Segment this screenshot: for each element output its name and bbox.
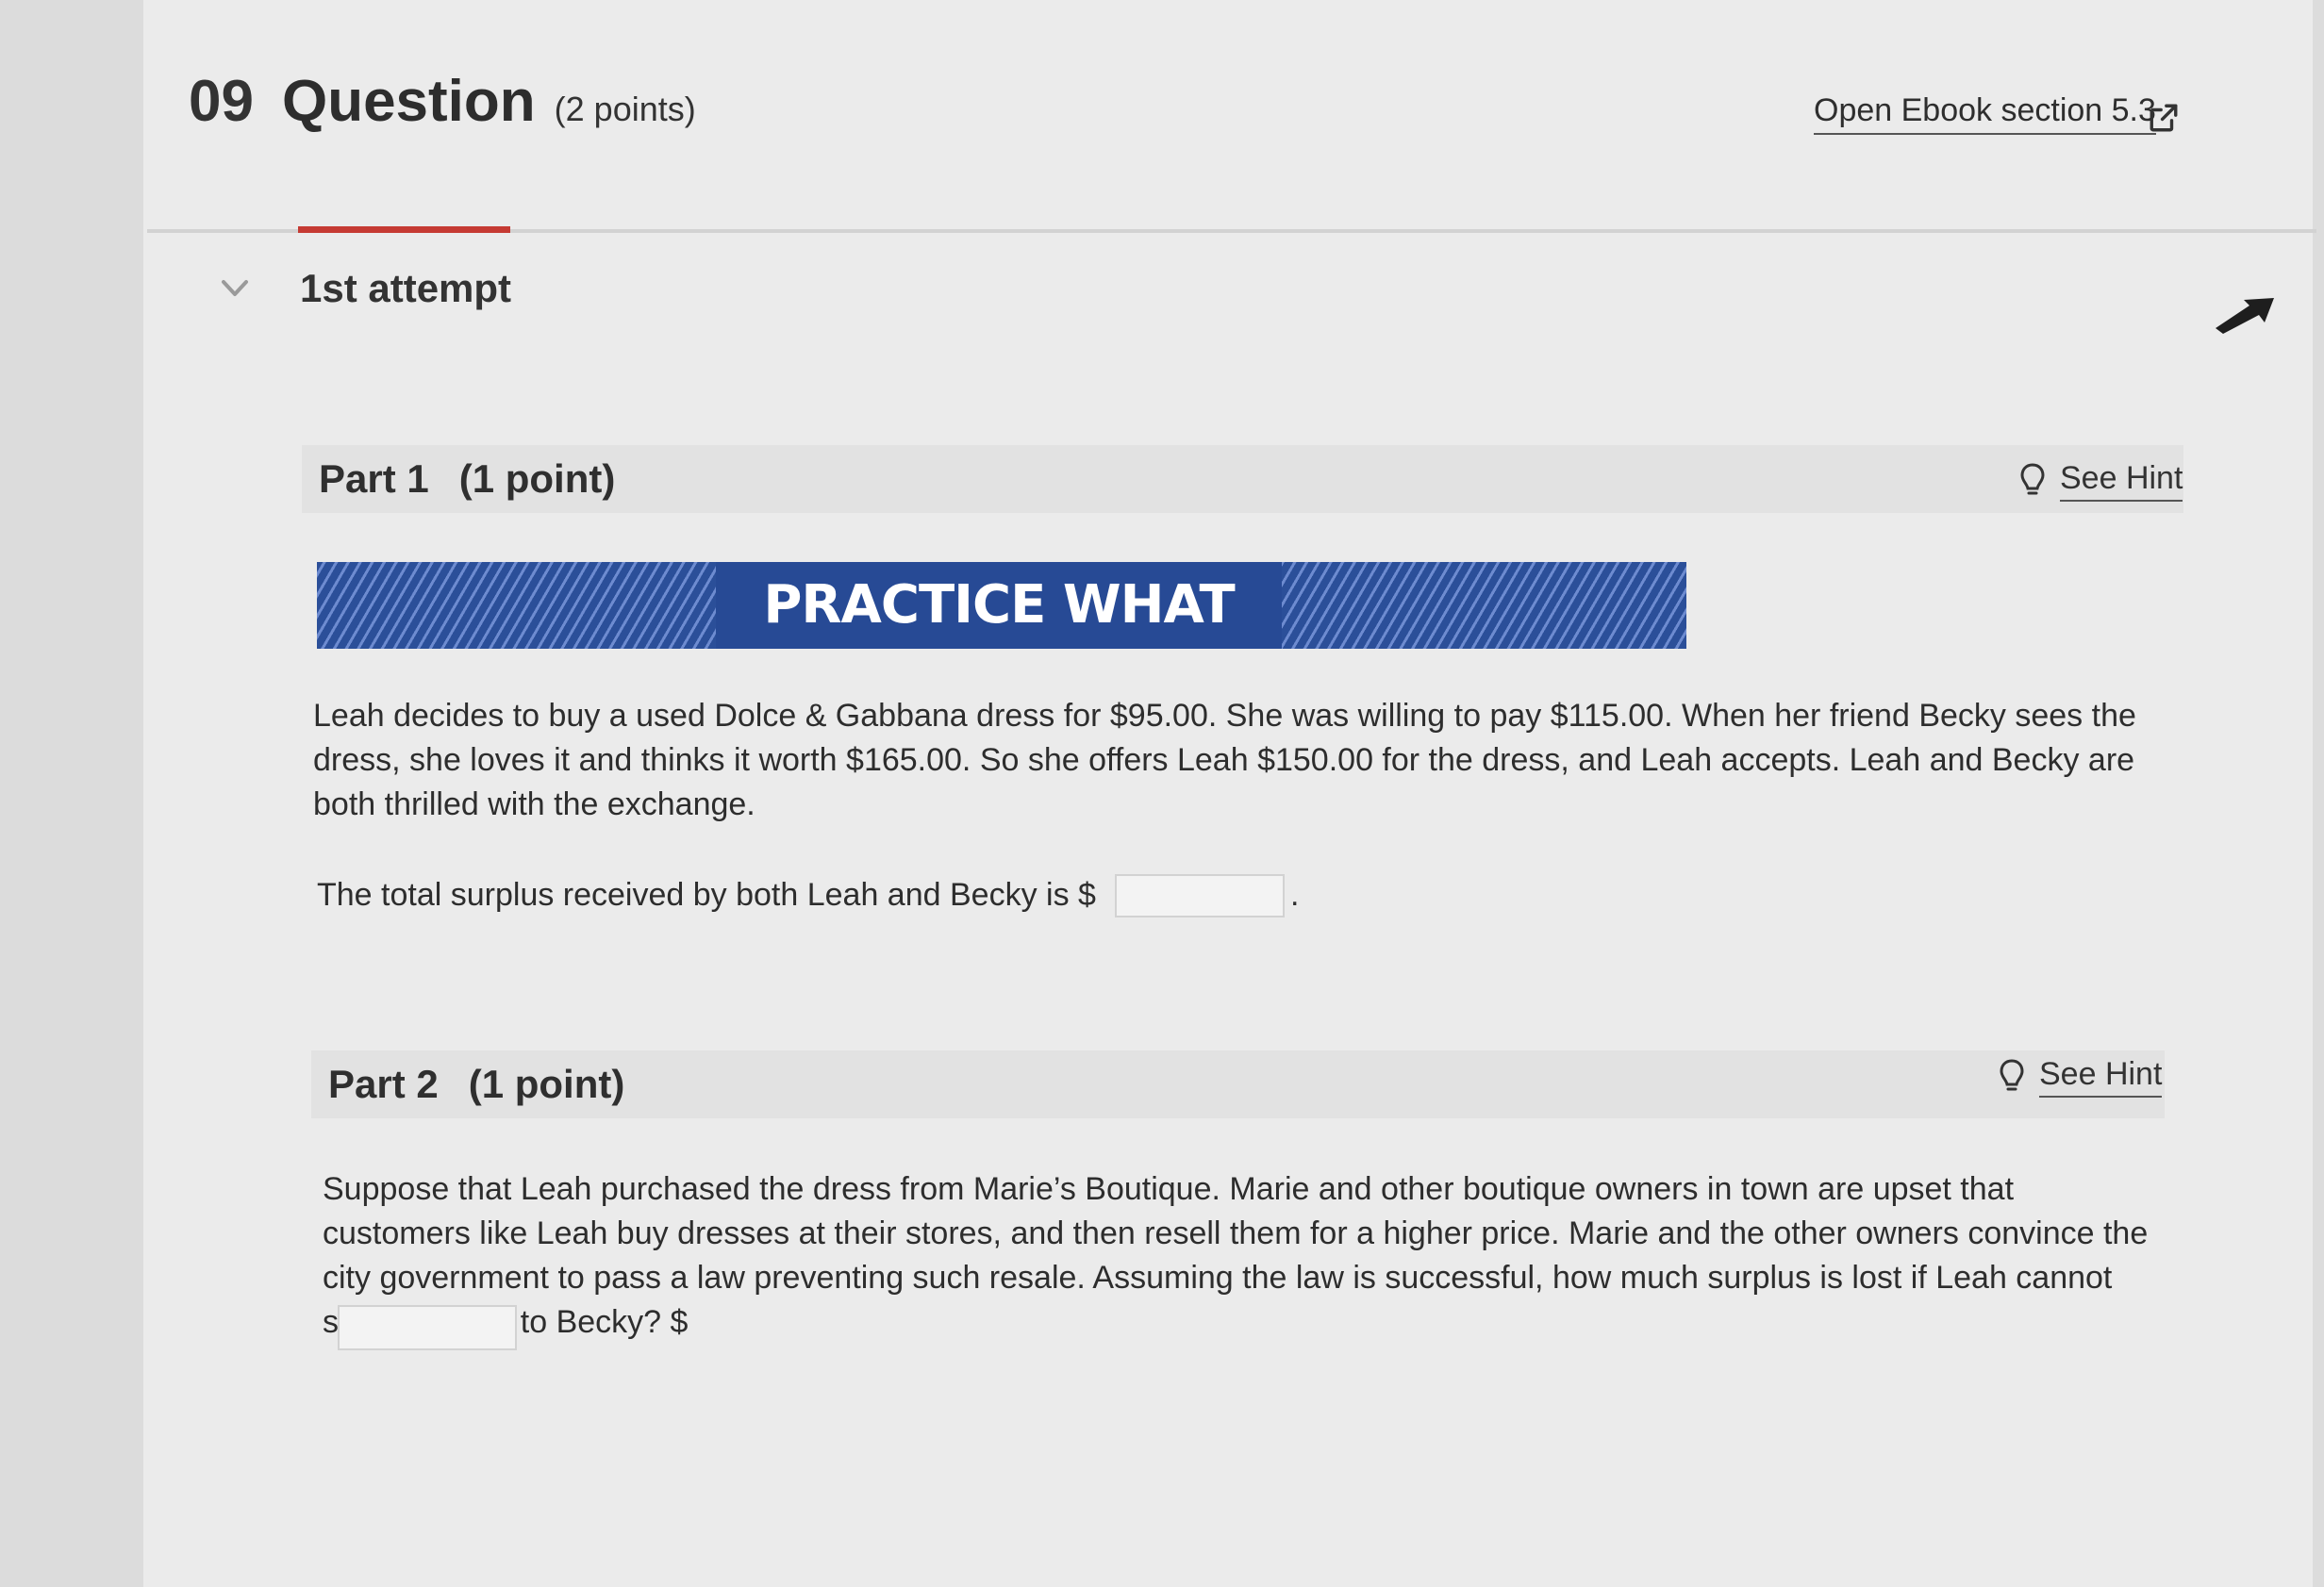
- part1-title: Part 1: [319, 456, 429, 501]
- banner-text: PRACTICE WHAT YOU KNOW: [716, 562, 1282, 649]
- part2-answer-input[interactable]: [338, 1305, 517, 1350]
- attempt-label[interactable]: 1st attempt: [300, 266, 511, 311]
- mouse-cursor-icon: [2216, 298, 2274, 334]
- part1-question-suffix: .: [1289, 877, 1300, 913]
- part2-question-text: Suppose that Leah purchased the dress fr…: [323, 1171, 2149, 1340]
- part1-paragraph: Leah decides to buy a used Dolce & Gabba…: [313, 698, 2136, 822]
- part2-hint-label[interactable]: See Hint: [2039, 1056, 2163, 1098]
- question-points: (2 points): [554, 90, 696, 128]
- part1-question-text: The total surplus received by both Leah …: [317, 877, 1096, 913]
- question-title: Question: [281, 69, 536, 134]
- part2-header: Part 2 (1 point): [311, 1050, 2165, 1118]
- open-ebook-link[interactable]: Open Ebook section 5.3: [1814, 92, 2156, 135]
- question-number: 09: [189, 69, 254, 134]
- part1-header: Part 1 (1 point): [302, 445, 2183, 513]
- part1-question-row: The total surplus received by both Leah …: [317, 873, 1299, 917]
- part2-see-hint-button[interactable]: See Hint: [1998, 1056, 2163, 1098]
- chevron-down-icon[interactable]: [220, 277, 250, 300]
- part1-points: (1 point): [458, 456, 616, 501]
- part1-answer-input[interactable]: [1114, 873, 1285, 917]
- part2-title: Part 2: [328, 1062, 439, 1106]
- lightbulb-icon: [2020, 463, 2045, 495]
- part1-see-hint-button[interactable]: See Hint: [2018, 460, 2183, 502]
- part2-points: (1 point): [468, 1062, 625, 1106]
- lightbulb-icon: [2000, 1059, 2024, 1091]
- practice-banner: PRACTICE WHAT YOU KNOW: [317, 562, 1686, 649]
- external-link-icon[interactable]: [2148, 102, 2180, 134]
- question-header: 09 Question (2 points): [189, 68, 696, 135]
- part1-hint-label[interactable]: See Hint: [2060, 460, 2183, 502]
- active-attempt-indicator: [298, 226, 510, 233]
